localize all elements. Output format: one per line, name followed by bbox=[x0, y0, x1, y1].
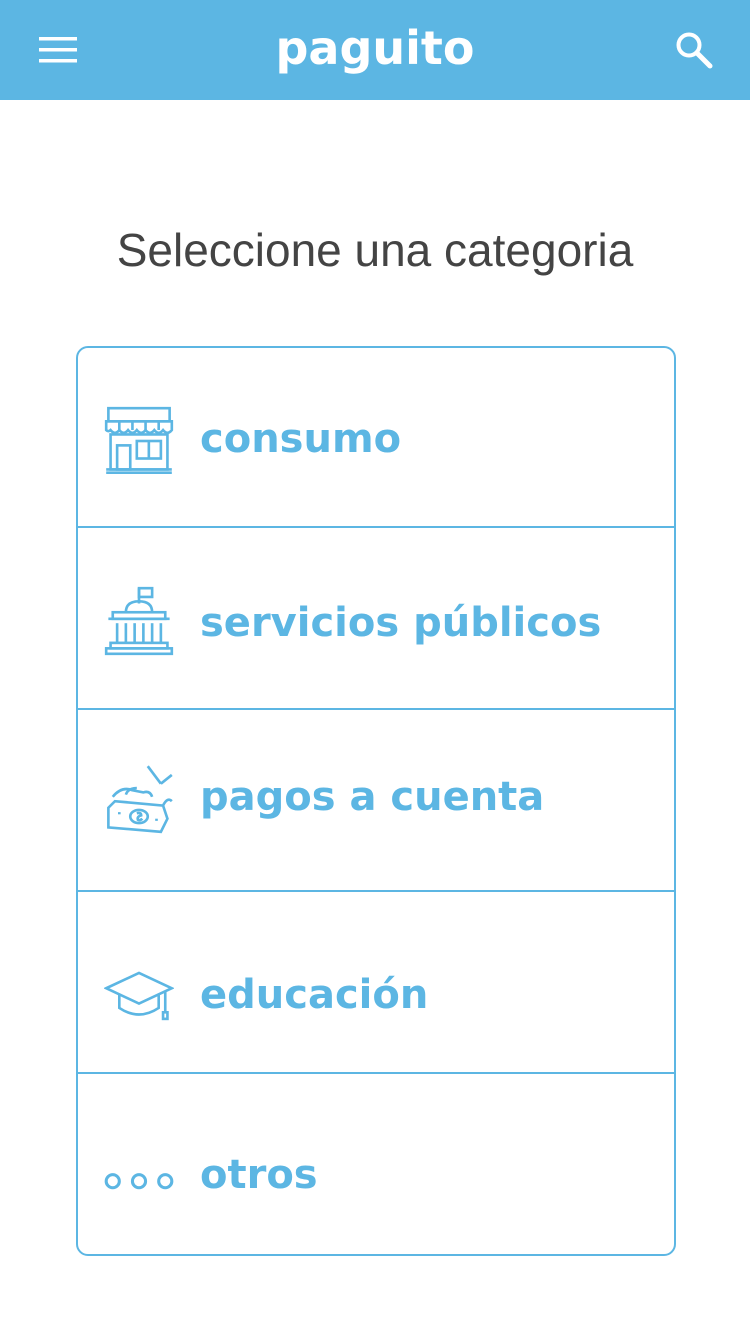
storefront-icon bbox=[104, 406, 174, 475]
category-label: educación bbox=[200, 972, 429, 1018]
page-title: Seleccione una categoria bbox=[116, 224, 634, 276]
category-item-pagos-a-cuenta[interactable]: pagos a cuenta bbox=[78, 712, 674, 892]
app-header: paguito bbox=[0, 0, 750, 100]
category-label: otros bbox=[200, 1152, 318, 1198]
cash-payment-icon bbox=[107, 765, 173, 834]
search-button[interactable] bbox=[668, 24, 720, 76]
graduation-cap-icon bbox=[104, 971, 174, 1021]
category-label: pagos a cuenta bbox=[200, 774, 545, 820]
category-item-educacion[interactable]: educación bbox=[78, 894, 674, 1074]
category-item-otros[interactable]: otros bbox=[78, 1076, 674, 1254]
category-label: consumo bbox=[200, 416, 402, 462]
app-logo: paguito bbox=[275, 21, 475, 75]
search-icon bbox=[676, 32, 713, 69]
category-item-servicios-publicos[interactable]: servicios públicos bbox=[78, 530, 674, 710]
government-building-icon bbox=[104, 586, 174, 656]
more-dots-icon bbox=[104, 1173, 174, 1190]
category-label: servicios públicos bbox=[200, 600, 602, 646]
category-item-consumo[interactable]: consumo bbox=[78, 348, 674, 528]
category-list: consumo servicios públicos pagos a cuent… bbox=[76, 346, 676, 1256]
